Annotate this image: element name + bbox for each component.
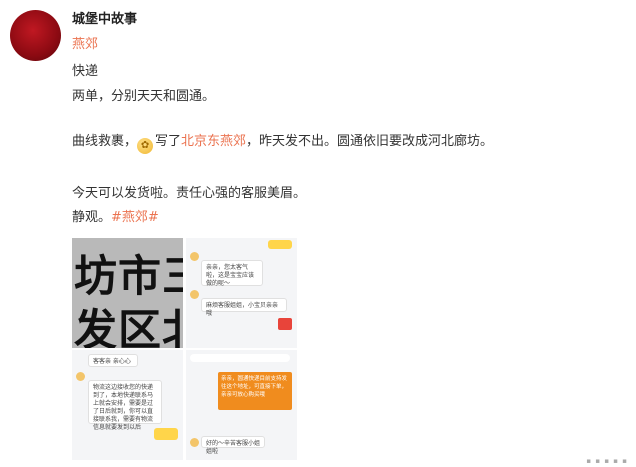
chat-bubble: 物流这边接收您的快递到了，本地快递联系马上就会安排，需要是过了日后就到，你可以直… xyxy=(88,380,162,431)
chat-avatar-icon xyxy=(76,372,85,381)
sign-text-row-1: 坊市三 xyxy=(74,252,183,302)
sign-text-row-2: 发区北 xyxy=(74,306,183,348)
chat-avatar-icon xyxy=(190,438,199,447)
chat-bubble: 亲亲，您太客气啦，这是宝宝应该做的呢～ xyxy=(201,260,263,287)
chat-bubble: 好的～辛苦客服小姐姐啦 xyxy=(201,436,265,455)
chat-bubble: 客客亲 亲心心 xyxy=(88,354,138,367)
gift-icon xyxy=(278,318,292,330)
post-line-3: 曲线救裹， ✿ 写了北京东燕郊，昨天发不出。圆通依旧要改成河北廊坊。 xyxy=(72,132,493,154)
post-line-5: 静观。#燕郊# xyxy=(72,208,159,228)
chat-input-bar xyxy=(190,354,290,362)
chat-avatar-icon xyxy=(190,252,199,261)
chat-bubble: 麻烦客服姐姐，小宝贝亲亲哦 xyxy=(201,298,287,317)
post-line-3-part-a: 曲线救裹， xyxy=(72,134,138,149)
chat-bubble-self xyxy=(268,240,292,249)
location-link[interactable]: 北京东燕郊 xyxy=(181,134,246,149)
post-image-2[interactable]: 亲亲，您太客气啦，这是宝宝应该做的呢～ 麻烦客服姐姐，小宝贝亲亲哦 xyxy=(186,238,297,348)
watermark: ▪ ▪ ▪ ▪ ▪ xyxy=(586,457,628,465)
author-name[interactable]: 城堡中故事 xyxy=(72,8,137,27)
emoji-icon: ✿ xyxy=(137,138,154,154)
post-line-2: 两单，分别天天和圆通。 xyxy=(72,89,216,104)
chat-bubble-highlight: 亲亲，圆通快递目前支持发往这个地址，可直接下单，亲亲可放心购买哦 xyxy=(218,372,292,410)
chat-bubble-self xyxy=(154,428,178,440)
post-line-5-text: 静观。 xyxy=(72,210,112,225)
chat-avatar-icon xyxy=(190,290,199,299)
post-image-3[interactable]: 客客亲 亲心心 物流这边接收您的快递到了，本地快递联系马上就会安排，需要是过了日… xyxy=(72,350,183,460)
avatar[interactable] xyxy=(10,10,61,61)
post-image-4[interactable]: 亲亲，圆通快递目前支持发往这个地址，可直接下单，亲亲可放心购买哦 好的～辛苦客服… xyxy=(186,350,297,460)
post-line-3-part-c: ，昨天发不出。圆通依旧要改成河北廊坊。 xyxy=(246,134,494,149)
post-image-1[interactable]: 坊市三 发区北 xyxy=(72,238,183,348)
post-line-1: 快递 xyxy=(72,64,99,79)
location-tag[interactable]: 燕郊 xyxy=(72,35,98,55)
post-line-4: 今天可以发货啦。责任心强的客服美眉。 xyxy=(72,186,307,201)
post-line-3-part-b: 写了 xyxy=(155,134,182,149)
hashtag-link[interactable]: #燕郊# xyxy=(111,210,159,225)
